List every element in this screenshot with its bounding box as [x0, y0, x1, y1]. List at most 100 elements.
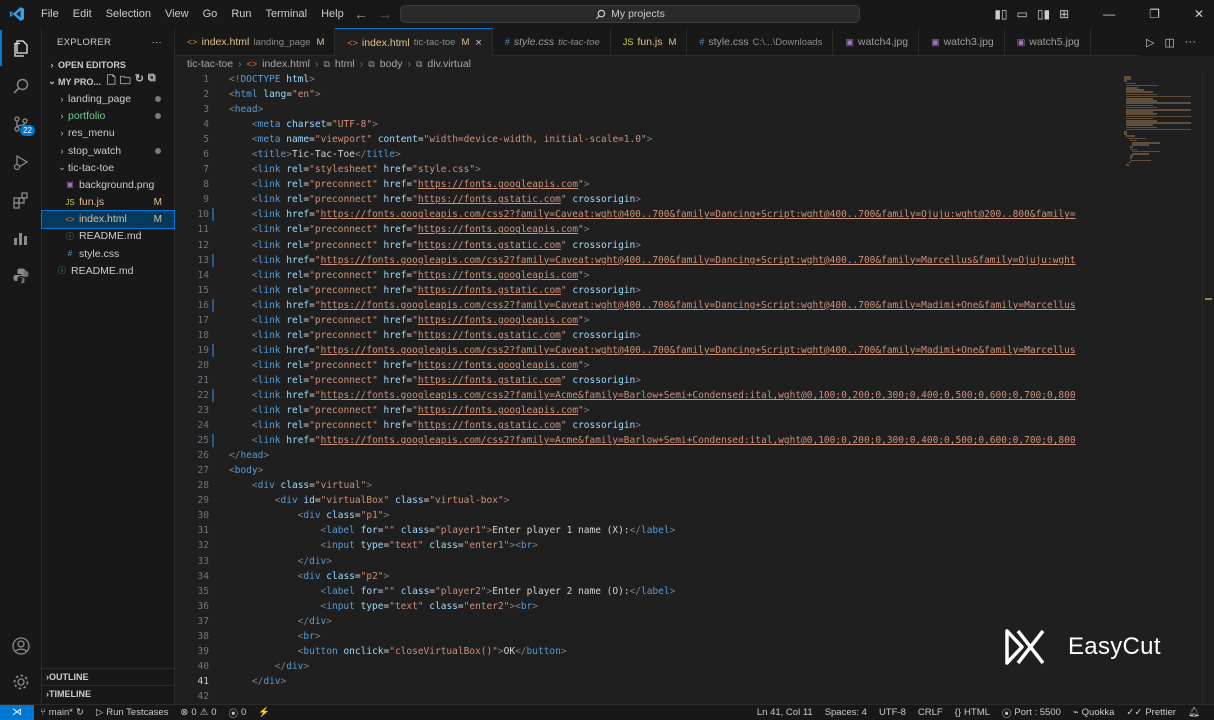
ports-status[interactable]: ⦿ 0 — [223, 706, 253, 720]
close-window-icon[interactable]: ✕ — [1194, 7, 1204, 21]
code-line[interactable]: <link rel="preconnect" href="https://fon… — [229, 358, 1124, 373]
editor-tab[interactable]: JS fun.js M — [611, 28, 688, 56]
code-line[interactable]: <label for="" class="player2">Enter play… — [229, 584, 1124, 599]
tree-item[interactable]: # style.css — [42, 245, 174, 262]
remote-indicator-icon[interactable]: ⋊ — [0, 704, 34, 720]
code-line[interactable]: <link rel="preconnect" href="https://fon… — [229, 177, 1124, 192]
encoding[interactable]: UTF-8 — [873, 707, 912, 718]
code-line[interactable]: <link href="https://fonts.googleapis.com… — [229, 388, 1124, 403]
tree-item[interactable]: JS fun.js M — [42, 194, 174, 211]
code-line[interactable]: <link rel="preconnect" href="https://fon… — [229, 373, 1124, 388]
code-line[interactable]: <link rel="preconnect" href="https://fon… — [229, 418, 1124, 433]
tree-item[interactable]: › portfolio — [42, 108, 174, 125]
code-line[interactable]: <body> — [229, 463, 1124, 478]
code-line[interactable]: <link rel="preconnect" href="https://fon… — [229, 328, 1124, 343]
code-line[interactable]: <link rel="stylesheet" href="style.css"> — [229, 162, 1124, 177]
run-testcases-button[interactable]: ▷ Run Testcases — [90, 707, 174, 718]
end-of-line[interactable]: CRLF — [912, 707, 949, 718]
tree-item[interactable]: › res_menu — [42, 125, 174, 142]
language-mode[interactable]: {} HTML — [949, 707, 996, 718]
back-arrow-icon[interactable]: ← — [354, 6, 368, 22]
toggle-panel-icon[interactable]: ▭ — [1017, 7, 1028, 21]
branch-status[interactable]: ⑂ main* ↻ — [34, 707, 90, 718]
editor-tab[interactable]: <> index.html landing_page M — [175, 28, 336, 56]
tree-item[interactable]: › stop_watch — [42, 142, 174, 159]
code-line[interactable]: <link rel="preconnect" href="https://fon… — [229, 238, 1124, 253]
new-file-icon[interactable]: 🗋 — [107, 72, 116, 91]
code-line[interactable]: <link rel="preconnect" href="https://fon… — [229, 268, 1124, 283]
menu-selection[interactable]: Selection — [99, 0, 158, 28]
code-line[interactable]: <link rel="preconnect" href="https://fon… — [229, 192, 1124, 207]
more-actions-icon[interactable]: ··· — [152, 37, 162, 48]
breadcrumb-div[interactable]: div.virtual — [427, 58, 471, 70]
breadcrumb-html[interactable]: html — [335, 58, 355, 70]
toggle-secondary-sidebar-icon[interactable]: ▯▮ — [1037, 7, 1050, 21]
split-editor-icon[interactable]: ◫ — [1164, 36, 1174, 49]
tree-item[interactable]: ▣ background.png — [42, 176, 174, 193]
code-line[interactable]: <link rel="preconnect" href="https://fon… — [229, 403, 1124, 418]
timeline-section[interactable]: › TIMELINE — [42, 685, 175, 702]
menu-terminal[interactable]: Terminal — [259, 0, 315, 28]
editor-tab[interactable]: # style.css C:\...\Downloads — [687, 28, 834, 56]
code-line[interactable]: <br> — [229, 629, 1124, 644]
code-line[interactable]: <div class="p1"> — [229, 508, 1124, 523]
live-share-icon[interactable]: ⚡ — [252, 707, 276, 718]
live-server-port[interactable]: ⦿ Port : 5500 — [996, 706, 1067, 720]
close-tab-icon[interactable]: × — [475, 37, 481, 49]
run-debug-icon[interactable] — [0, 144, 42, 180]
python-icon[interactable] — [0, 258, 42, 294]
menu-help[interactable]: Help — [314, 0, 351, 28]
outline-section[interactable]: › OUTLINE — [42, 668, 175, 685]
forward-arrow-icon[interactable]: → — [378, 6, 392, 22]
tree-item[interactable]: <> index.html M — [41, 209, 175, 229]
project-section[interactable]: ⌄ MY PRO... 🗋 🗀 ↻ ⧉ — [42, 72, 174, 91]
editor-tab[interactable]: <> index.html tic-tac-toe M × — [335, 28, 493, 56]
code-line[interactable]: </div> — [229, 554, 1124, 569]
code-line[interactable]: <link rel="preconnect" href="https://fon… — [229, 313, 1124, 328]
refresh-icon[interactable]: ↻ — [135, 72, 144, 91]
code-editor[interactable]: 1 2 3 4 5 6 7 8 9 10 11 12 13 14 15 16 17 18 19 20 21 22 23 24 2… — [175, 72, 1214, 704]
code-line[interactable]: <link href="https://fonts.googleapis.com… — [229, 207, 1124, 222]
code-line[interactable]: <div id="virtualBox" class="virtual-box"… — [229, 493, 1124, 508]
code-line[interactable]: <html lang="en"> — [229, 87, 1124, 102]
breadcrumb-body[interactable]: body — [380, 58, 403, 70]
chart-icon[interactable] — [0, 220, 42, 256]
menu-run[interactable]: Run — [224, 0, 258, 28]
tree-item[interactable]: ⓘ README.md — [42, 262, 174, 279]
code-line[interactable]: <link href="https://fonts.googleapis.com… — [229, 253, 1124, 268]
breadcrumb-file[interactable]: index.html — [262, 58, 310, 70]
minimize-icon[interactable]: — — [1103, 7, 1115, 21]
editor-tab[interactable]: ▣ watch5.jpg — [1005, 28, 1091, 56]
code-line[interactable]: </head> — [229, 448, 1124, 463]
minimap[interactable] — [1124, 72, 1202, 172]
run-icon[interactable]: ▷ — [1146, 36, 1154, 49]
open-editors-section[interactable]: › OPEN EDITORS — [42, 56, 174, 73]
code-line[interactable]: <input type="text" class="enter1"><br> — [229, 538, 1124, 553]
code-line[interactable]: <link href="https://fonts.googleapis.com… — [229, 433, 1124, 448]
menu-go[interactable]: Go — [196, 0, 225, 28]
code-line[interactable]: <link rel="preconnect" href="https://fon… — [229, 283, 1124, 298]
more-actions-icon[interactable]: ··· — [1185, 36, 1196, 48]
tree-item[interactable]: ⌄ tic-tac-toe — [42, 159, 174, 176]
code-line[interactable] — [229, 689, 1124, 704]
code-line[interactable]: <button onclick="closeVirtualBox()">OK</… — [229, 644, 1124, 659]
code-line[interactable]: <div class="virtual"> — [229, 478, 1124, 493]
code-line[interactable]: <label for="" class="player1">Enter play… — [229, 523, 1124, 538]
problems-status[interactable]: ⊗ 0 ⚠ 0 — [174, 707, 222, 718]
code-line[interactable]: <!DOCTYPE html> — [229, 72, 1124, 87]
collapse-all-icon[interactable]: ⧉ — [148, 72, 156, 91]
restore-icon[interactable]: ❐ — [1149, 7, 1160, 21]
code-line[interactable]: <input type="text" class="enter2"><br> — [229, 599, 1124, 614]
source-control-icon[interactable]: 22 — [0, 106, 42, 142]
code-line[interactable]: <title>Tic-Tac-Toe</title> — [229, 147, 1124, 162]
toggle-sidebar-icon[interactable]: ▮▯ — [994, 7, 1007, 21]
menu-file[interactable]: File — [34, 0, 66, 28]
tree-item[interactable]: › landing_page — [42, 90, 174, 107]
account-icon[interactable] — [0, 628, 42, 664]
code-line[interactable]: <head> — [229, 102, 1124, 117]
new-folder-icon[interactable]: 🗀 — [120, 72, 131, 91]
code-line[interactable]: <div class="p2"> — [229, 569, 1124, 584]
code-line[interactable]: </div> — [229, 674, 1124, 689]
editor-tab[interactable]: ▣ watch4.jpg — [833, 28, 920, 56]
notifications-bell-icon[interactable]: 🔔︎ — [1182, 707, 1206, 718]
